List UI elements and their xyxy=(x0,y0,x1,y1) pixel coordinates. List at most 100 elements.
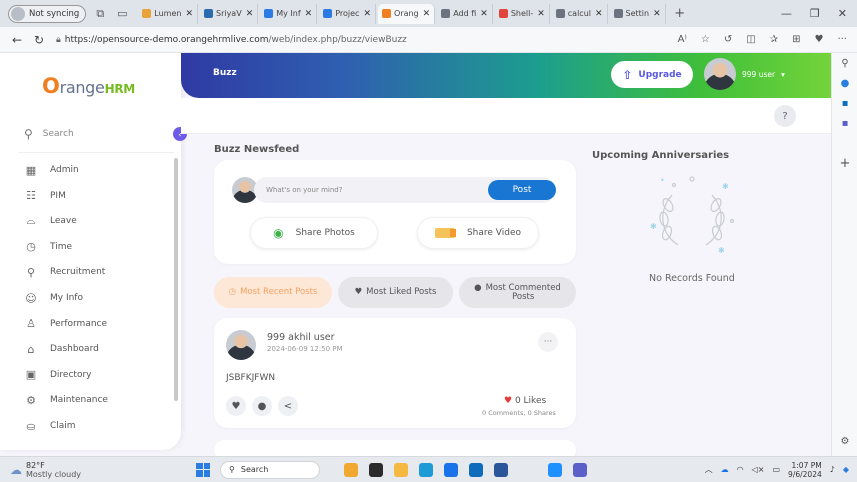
close-tab-icon[interactable]: ✕ xyxy=(305,9,313,19)
store-icon[interactable] xyxy=(444,462,458,477)
close-tab-icon[interactable]: ✕ xyxy=(653,9,661,19)
search-sidebar-icon[interactable]: ⚲ xyxy=(832,53,857,73)
close-tab-icon[interactable]: ✕ xyxy=(246,9,254,19)
file-explorer-icon[interactable] xyxy=(344,462,358,477)
sidebar-item-claim[interactable]: ⛀ Claim xyxy=(24,419,75,433)
chevron-up-icon[interactable]: ︿ xyxy=(705,464,713,475)
taskbar-search[interactable]: ⚲ Search xyxy=(220,460,320,479)
profile-button[interactable]: Not syncing xyxy=(8,4,87,23)
sidebar-item-pim[interactable]: ☷ PIM xyxy=(24,189,66,203)
tab-actions-icon[interactable]: ▭ xyxy=(114,7,130,20)
close-tab-icon[interactable]: ✕ xyxy=(480,9,488,19)
tab-favicon-icon xyxy=(203,9,213,18)
clock[interactable]: 1:07 PM 9/6/2024 xyxy=(788,461,822,479)
share-button[interactable]: < xyxy=(278,396,298,416)
onedrive-icon[interactable]: ☁ xyxy=(721,465,729,474)
restore-icon[interactable]: ❐ xyxy=(810,7,820,20)
word-icon[interactable] xyxy=(494,462,508,477)
weather-widget[interactable]: ☁ 82°F Mostly cloudy xyxy=(0,461,190,479)
browser-tab[interactable]: Add fi ✕ xyxy=(437,3,493,24)
url-field[interactable]: 🔒︎ https://opensource-demo.orangehrmlive… xyxy=(56,35,678,45)
close-tab-icon[interactable]: ✕ xyxy=(185,9,193,19)
like-button[interactable]: ♥ xyxy=(226,396,246,416)
sidebar-item-time[interactable]: ◷ Time xyxy=(24,240,72,254)
copilot-icon[interactable]: ◆ xyxy=(843,465,849,474)
svg-text:✱: ✱ xyxy=(650,222,657,231)
browser-tab[interactable]: My Inf ✕ xyxy=(260,3,318,24)
upgrade-button[interactable]: ⇧ Upgrade xyxy=(611,61,693,88)
favorite-star-icon[interactable]: ☆ xyxy=(701,34,710,45)
browser-tab[interactable]: Shell- ✕ xyxy=(495,3,550,24)
user-dropdown[interactable]: 999 user ▾ xyxy=(704,58,785,90)
post-more-button[interactable]: ··· xyxy=(538,332,558,352)
notification-bell-icon[interactable]: ♪ xyxy=(830,465,835,474)
folder-icon[interactable] xyxy=(394,462,408,477)
system-tray: ︿ ☁ ◠ ◁× ▭ 1:07 PM 9/6/2024 ♪ ◆ xyxy=(705,461,857,479)
paint-icon[interactable] xyxy=(548,462,562,477)
add-sidebar-app-icon[interactable]: + xyxy=(832,153,857,173)
filter-most-commented-button[interactable]: ● Most Commented Posts xyxy=(459,277,576,308)
browser-tab[interactable]: calcul ✕ xyxy=(552,3,608,24)
browser-tab[interactable]: SriyaV ✕ xyxy=(200,3,259,24)
read-aloud-icon[interactable]: A⁾ xyxy=(678,34,687,45)
back-icon[interactable]: ← xyxy=(6,33,28,47)
orangehrm-logo[interactable]: OrangeHRM xyxy=(42,74,135,98)
sidebar-item-directory[interactable]: ▣ Directory xyxy=(24,368,92,382)
battery-icon[interactable]: ▭ xyxy=(772,465,780,474)
wifi-icon[interactable]: ◠ xyxy=(737,465,744,474)
close-window-icon[interactable]: ✕ xyxy=(838,7,847,20)
taskbar-search-label: Search xyxy=(240,465,269,474)
sidebar-scrollbar[interactable] xyxy=(174,158,178,401)
collections-icon[interactable]: ⊞ xyxy=(792,34,800,45)
comment-button[interactable]: ● xyxy=(252,396,272,416)
close-tab-icon[interactable]: ✕ xyxy=(423,9,431,19)
teams-icon[interactable]: ▪ xyxy=(832,113,857,133)
share-photos-label: Share Photos xyxy=(295,228,355,238)
sidebar-item-admin[interactable]: ▦ Admin xyxy=(24,163,79,177)
topbar-secondary: ? xyxy=(181,98,831,134)
close-tab-icon[interactable]: ✕ xyxy=(595,9,603,19)
sidebar-item-performance[interactable]: ♙ Performance xyxy=(24,317,107,331)
share-photos-button[interactable]: ◉ Share Photos xyxy=(250,217,378,249)
sidebar-item-leave[interactable]: ⌓ Leave xyxy=(24,214,77,228)
task-view-icon[interactable] xyxy=(369,462,383,477)
sidebar-search-label: Search xyxy=(42,129,74,139)
sidebar-item-recruitment[interactable]: ⚲ Recruitment xyxy=(24,265,105,279)
new-tab-icon[interactable]: + xyxy=(672,6,688,21)
sidebar-item-maintenance[interactable]: ⚙ Maintenance xyxy=(24,393,108,407)
close-tab-icon[interactable]: ✕ xyxy=(363,9,371,19)
close-tab-icon[interactable]: ✕ xyxy=(537,9,545,19)
edge-browser-icon[interactable] xyxy=(419,462,433,477)
share-video-button[interactable]: Share Video xyxy=(417,217,539,249)
weather-condition: Mostly cloudy xyxy=(26,469,81,479)
workspaces-icon[interactable]: ⧉ xyxy=(92,7,108,21)
sidebar-item-dashboard[interactable]: ⌂ Dashboard xyxy=(24,342,99,356)
browser-essentials-icon[interactable]: ♥ xyxy=(814,34,823,45)
extensions-icon[interactable]: ↺ xyxy=(724,34,732,45)
weather-cloud-icon: ☁ xyxy=(10,462,22,477)
refresh-icon[interactable]: ↻ xyxy=(28,33,50,47)
volume-icon[interactable]: ◁× xyxy=(752,465,765,474)
browser-tab[interactable]: Settin ✕ xyxy=(610,3,666,24)
filter-most-recent-button[interactable]: ◷ Most Recent Posts xyxy=(214,277,332,308)
browser-tab[interactable]: Projec ✕ xyxy=(319,3,376,24)
outlook-app-icon[interactable] xyxy=(469,462,483,477)
split-screen-icon[interactable]: ◫ xyxy=(746,34,755,45)
browser-tab[interactable]: Lumen ✕ xyxy=(138,3,198,24)
sidebar-settings-icon[interactable]: ⚙ xyxy=(832,431,857,451)
favorites-icon[interactable]: ✰ xyxy=(770,34,778,45)
help-button[interactable]: ? xyxy=(774,105,796,127)
post-button[interactable]: Post xyxy=(488,180,556,200)
more-menu-icon[interactable]: ··· xyxy=(837,34,847,45)
minimize-icon[interactable]: — xyxy=(781,7,792,20)
outlook-icon[interactable]: ▪ xyxy=(832,93,857,113)
shopping-icon[interactable]: ● xyxy=(832,73,857,93)
sidebar-item-my-info[interactable]: ☺ My Info xyxy=(24,291,83,305)
sidebar-search[interactable]: ⚲ Search xyxy=(24,127,74,141)
post-author[interactable]: 999 akhil user xyxy=(267,332,335,343)
windows-start-icon[interactable] xyxy=(196,462,210,477)
teams-app-icon[interactable] xyxy=(573,462,587,477)
browser-tab[interactable]: Orang ✕ xyxy=(378,3,436,24)
share-icon: < xyxy=(283,400,293,412)
filter-most-liked-button[interactable]: ♥ Most Liked Posts xyxy=(338,277,453,308)
